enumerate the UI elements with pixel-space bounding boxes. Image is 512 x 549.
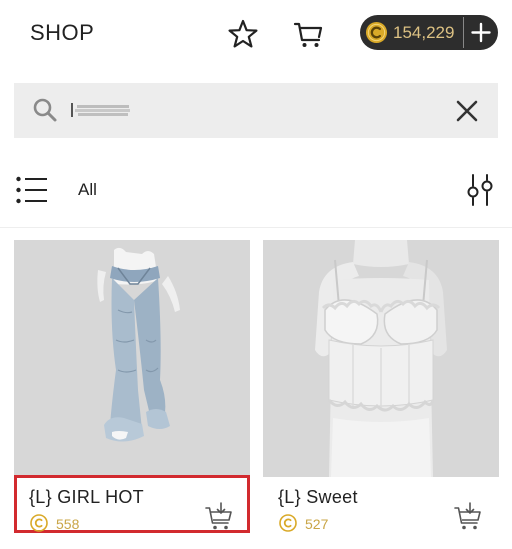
search-bar	[14, 83, 498, 138]
section-divider	[0, 227, 512, 228]
cart-button[interactable]	[292, 17, 326, 51]
filter-row: All	[0, 170, 512, 210]
add-to-cart-icon	[454, 502, 481, 530]
product-image[interactable]	[14, 240, 250, 477]
product-card[interactable]: {L} Sweet 527	[263, 240, 499, 546]
category-list-button[interactable]	[16, 176, 48, 204]
plus-icon	[471, 22, 491, 43]
product-price: 558	[56, 516, 80, 532]
buy-coins-button[interactable]	[464, 15, 498, 50]
category-label[interactable]: All	[78, 180, 97, 200]
star-icon	[228, 19, 258, 48]
coin-balance: 154,229	[393, 23, 455, 42]
product-info: {L} Sweet 527	[263, 477, 499, 546]
list-icon	[16, 176, 47, 204]
redacted-search-text	[71, 103, 130, 117]
filter-button[interactable]	[465, 172, 495, 208]
product-card[interactable]: {L} GIRL HOT 558	[14, 240, 250, 546]
search-icon	[33, 98, 57, 122]
jeans-outfit-image	[97, 247, 180, 442]
bustier-outfit-image	[315, 240, 447, 477]
product-name: {L} Sweet	[278, 487, 358, 507]
shop-header: SHOP 154,229	[0, 0, 512, 68]
product-image[interactable]	[263, 240, 499, 477]
coin-icon	[279, 514, 297, 532]
favorites-button[interactable]	[226, 17, 260, 51]
add-to-cart-icon	[205, 502, 232, 530]
product-price: 527	[305, 516, 329, 532]
coin-icon	[365, 21, 388, 44]
add-to-cart-button[interactable]	[453, 502, 483, 532]
close-icon	[456, 100, 478, 122]
product-name: {L} GIRL HOT	[29, 487, 144, 507]
product-info: {L} GIRL HOT 558	[14, 475, 250, 546]
add-to-cart-button[interactable]	[204, 502, 234, 532]
clear-search-button[interactable]	[454, 98, 480, 124]
coin-balance-pill: 154,229	[360, 15, 498, 50]
cart-icon	[293, 22, 323, 47]
filter-sliders-icon	[467, 174, 493, 206]
page-title: SHOP	[30, 20, 95, 45]
coin-icon	[30, 514, 48, 532]
